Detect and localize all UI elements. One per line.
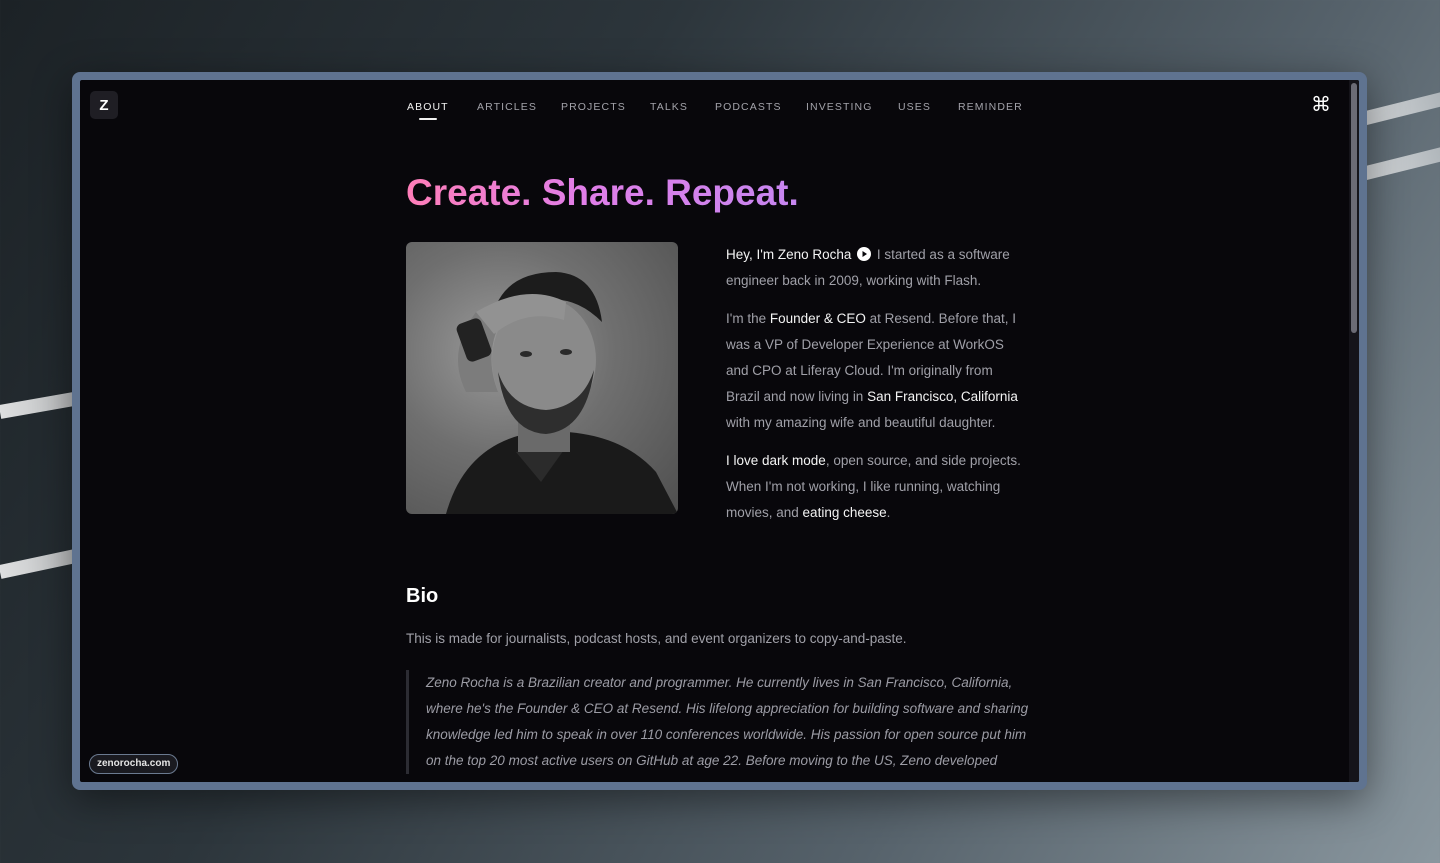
intro-greeting: Hey, I'm Zeno Rocha [726,247,852,262]
site-url-badge: zenorocha.com [89,754,179,774]
play-audio-icon[interactable] [857,247,872,261]
intro-text-segment: . [886,505,891,520]
scrollbar-thumb[interactable] [1351,83,1357,333]
portrait-illustration [446,272,678,514]
nav-item-investing[interactable]: Investing [806,101,873,113]
nav-item-label: Talks [650,101,688,113]
nav-item-label: Uses [898,101,931,113]
nav-item-reminder[interactable]: Reminder [958,101,1023,113]
bio-heading: Bio [406,585,439,607]
nav-item-label: Podcasts [715,101,782,113]
nav-item-label: Articles [477,101,537,113]
intro-text-segment: I'm the [726,311,770,326]
page-viewport: Z About Articles Projects Talks Podcasts… [80,80,1359,782]
intro-text: Hey, I'm Zeno Rocha I started as a softw… [726,242,1026,538]
scrollbar-track[interactable] [1349,80,1359,782]
bio-description: This is made for journalists, podcast ho… [406,631,907,646]
nav-item-uses[interactable]: Uses [898,101,931,113]
nav-item-articles[interactable]: Articles [477,101,537,113]
cheese-highlight[interactable]: eating cheese [803,505,887,520]
intro-paragraph: Hey, I'm Zeno Rocha I started as a softw… [726,242,1026,294]
bio-quote: Zeno Rocha is a Brazilian creator and pr… [406,670,1036,774]
browser-window: Z About Articles Projects Talks Podcasts… [72,72,1367,790]
nav-item-talks[interactable]: Talks [650,101,688,113]
nav-item-about[interactable]: About [407,101,449,120]
nav-item-label: About [407,101,449,113]
portrait-photo [406,242,678,514]
intro-text-segment: with my amazing wife and beautiful daugh… [726,415,996,430]
hero-title: Create. Share. Repeat. [406,172,799,213]
dark-mode-highlight[interactable]: I love dark mode [726,453,826,468]
nav-active-indicator [419,118,437,120]
command-icon[interactable]: ⌘ [1311,92,1331,117]
nav-item-podcasts[interactable]: Podcasts [715,101,782,113]
location-highlight: San Francisco, California [867,389,1018,404]
main-nav: About Articles Projects Talks Podcasts I… [80,101,1359,121]
nav-item-projects[interactable]: Projects [561,101,626,113]
intro-paragraph: I love dark mode, open source, and side … [726,448,1026,526]
nav-item-label: Reminder [958,101,1023,113]
role-highlight: Founder & CEO [769,311,866,326]
nav-item-label: Projects [561,101,626,113]
intro-paragraph: I'm the Founder & CEO at Resend. Before … [726,306,1026,436]
nav-item-label: Investing [806,101,873,113]
